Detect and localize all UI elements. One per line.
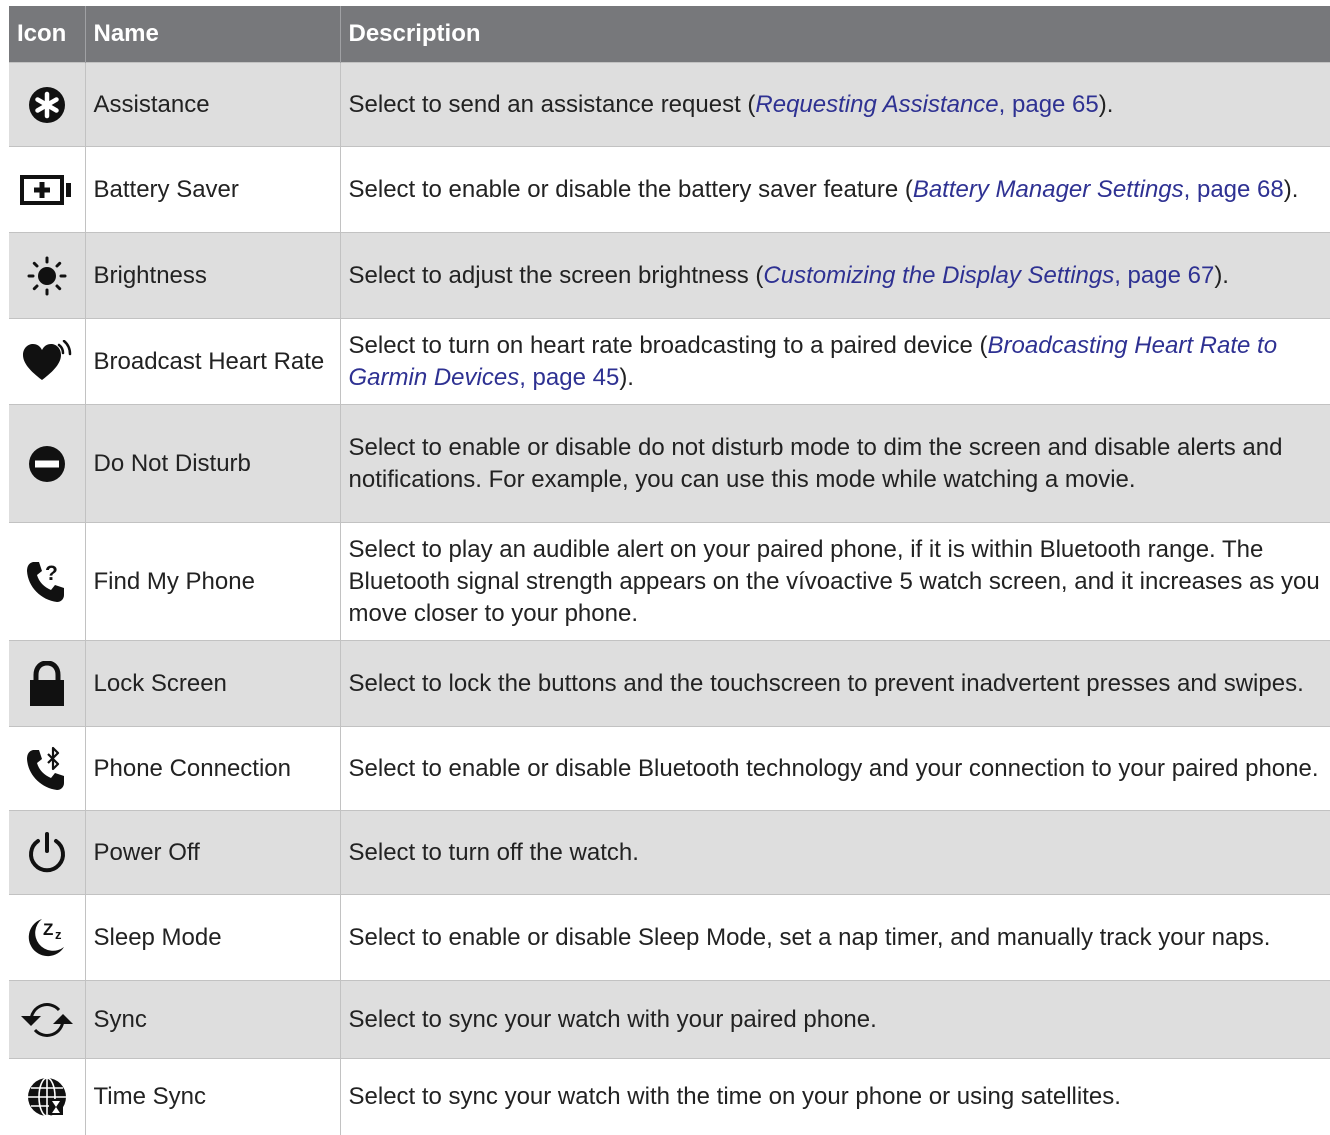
row-description: Select to send an assistance request (Re… <box>339 62 1330 147</box>
assistance-icon <box>28 86 65 123</box>
find-my-phone-icon: ? <box>26 561 64 602</box>
power-icon <box>28 831 65 872</box>
row-name: Sleep Mode <box>84 894 340 981</box>
controls-table: Icon Name Description Assistance Select … <box>9 6 1330 1135</box>
table-row: Phone Connection Select to enable or dis… <box>9 726 1330 811</box>
row-name: Broadcast Heart Rate <box>84 318 340 405</box>
battery-saver-icon <box>19 174 71 205</box>
row-name: Assistance <box>84 62 340 147</box>
table-row: Broadcast Heart Rate Select to turn on h… <box>9 318 1330 405</box>
do-not-disturb-icon <box>28 445 65 482</box>
page-reference-link[interactable]: Customizing the Display Settings, page 6… <box>763 262 1214 289</box>
time-sync-icon <box>27 1076 66 1117</box>
row-description: Select to enable or disable Sleep Mode, … <box>339 894 1330 981</box>
row-name: Battery Saver <box>84 146 340 233</box>
lock-icon <box>29 660 64 706</box>
table-row: Time Sync Select to sync your watch with… <box>9 1058 1330 1135</box>
svg-text:Z: Z <box>43 920 53 939</box>
row-name: Brightness <box>84 232 340 319</box>
table-row: Sync Select to sync your watch with your… <box>9 980 1330 1059</box>
table-row: Battery Saver Select to enable or disabl… <box>9 146 1330 233</box>
row-name: Sync <box>84 980 340 1059</box>
row-description: Select to enable or disable do not distu… <box>339 404 1330 523</box>
header-name: Name <box>84 6 340 63</box>
table-row: ? Find My Phone Select to play an audibl… <box>9 522 1330 641</box>
row-description: Select to sync your watch with the time … <box>339 1058 1330 1135</box>
header-description: Description <box>339 6 1330 63</box>
header-icon: Icon <box>9 6 85 63</box>
row-description: Select to adjust the screen brightness (… <box>339 232 1330 319</box>
row-name: Lock Screen <box>84 640 340 727</box>
row-description: Select to turn off the watch. <box>339 810 1330 895</box>
row-description: Select to sync your watch with your pair… <box>339 980 1330 1059</box>
table-row: Assistance Select to send an assistance … <box>9 62 1330 147</box>
row-name: Time Sync <box>84 1058 340 1135</box>
table-row: Power Off Select to turn off the watch. <box>9 810 1330 895</box>
row-name: Phone Connection <box>84 726 340 811</box>
table-row: Do Not Disturb Select to enable or disab… <box>9 404 1330 523</box>
svg-text:z: z <box>55 927 62 942</box>
table-row: Brightness Select to adjust the screen b… <box>9 232 1330 319</box>
sync-icon <box>20 1002 73 1037</box>
row-description: Select to play an audible alert on your … <box>339 522 1330 641</box>
page-reference-link[interactable]: Battery Manager Settings, page 68 <box>913 176 1284 203</box>
phone-connection-icon <box>26 746 64 790</box>
table-row: Lock Screen Select to lock the buttons a… <box>9 640 1330 727</box>
row-description: Select to lock the buttons and the touch… <box>339 640 1330 727</box>
row-description: Select to enable or disable Bluetooth te… <box>339 726 1330 811</box>
row-name: Power Off <box>84 810 340 895</box>
page-reference-link[interactable]: Requesting Assistance, page 65 <box>755 91 1098 118</box>
table-header-row: Icon Name Description <box>9 6 1330 63</box>
sleep-mode-icon: Z z <box>28 918 64 956</box>
row-name: Do Not Disturb <box>84 404 340 523</box>
broadcast-heart-rate-icon <box>22 339 71 380</box>
brightness-icon <box>27 256 67 295</box>
row-description: Select to turn on heart rate broadcastin… <box>339 318 1330 405</box>
row-name: Find My Phone <box>84 522 340 641</box>
svg-text:?: ? <box>45 562 58 585</box>
table-row: Z z Sleep Mode Select to enable or disab… <box>9 894 1330 981</box>
row-description: Select to enable or disable the battery … <box>339 146 1330 233</box>
